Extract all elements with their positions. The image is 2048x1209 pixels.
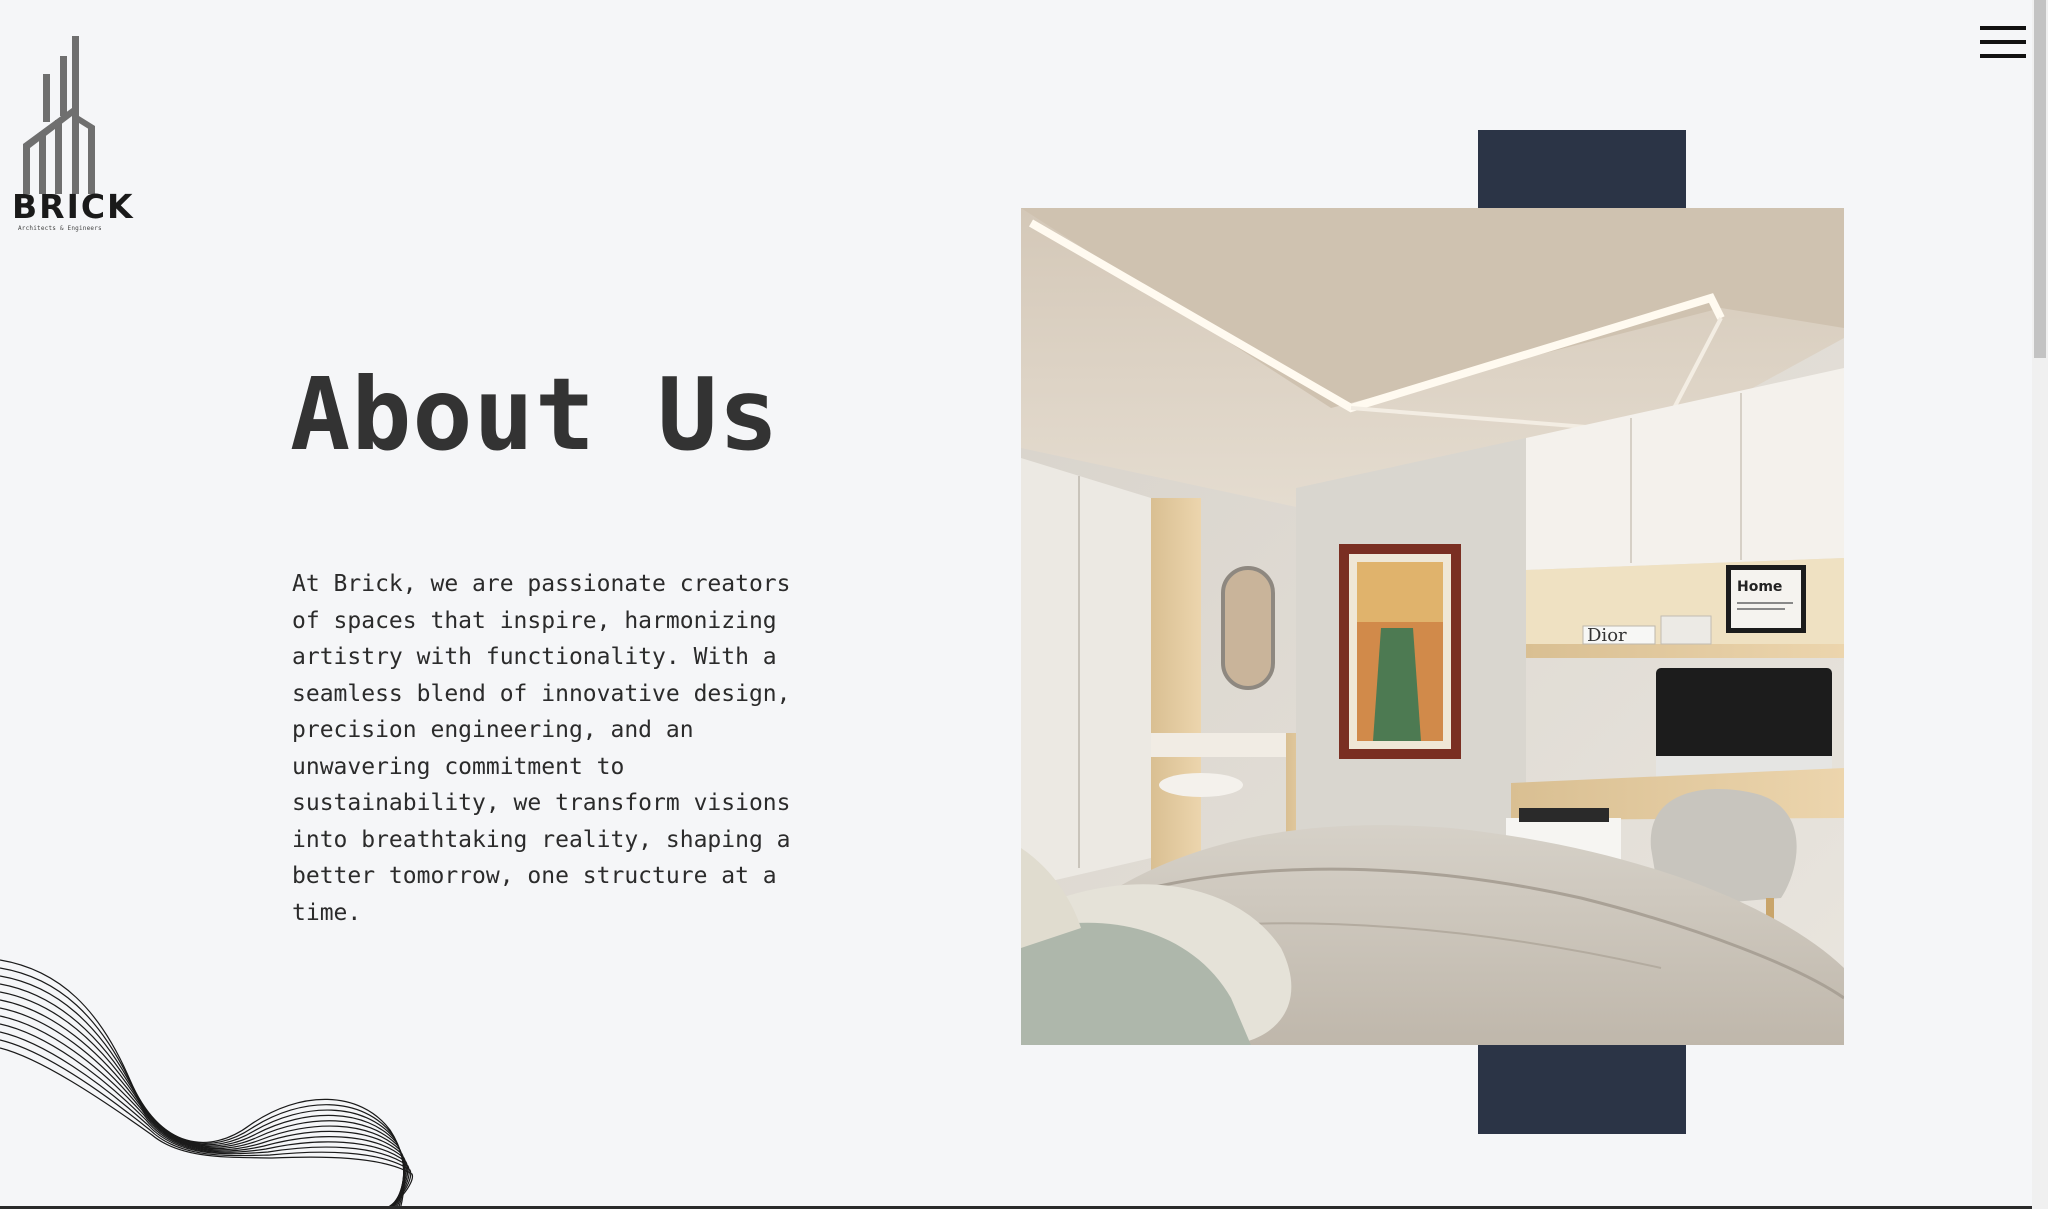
book-dior-label: Dior xyxy=(1587,625,1627,646)
accent-block-top xyxy=(1478,130,1686,212)
scrollbar-thumb[interactable] xyxy=(2034,0,2046,358)
page-title: About Us xyxy=(290,356,780,473)
about-paragraph: At Brick, we are passionate creators of … xyxy=(292,571,791,926)
poster-home-label: Home xyxy=(1737,579,1782,595)
accent-block-bottom xyxy=(1478,1044,1686,1134)
menu-button[interactable] xyxy=(1978,22,2028,62)
bedroom-image: Home Dior xyxy=(1021,208,1844,1045)
building-logo-icon xyxy=(23,36,95,194)
logo-tagline: Architects & Engineers xyxy=(18,225,102,232)
logo-wordmark: BRICK xyxy=(12,187,135,226)
wave-lines-decoration xyxy=(0,959,413,1209)
brand-logo[interactable]: BRICK Architects & Engineers xyxy=(10,36,135,236)
page-scrollbar[interactable] xyxy=(2032,0,2048,1209)
